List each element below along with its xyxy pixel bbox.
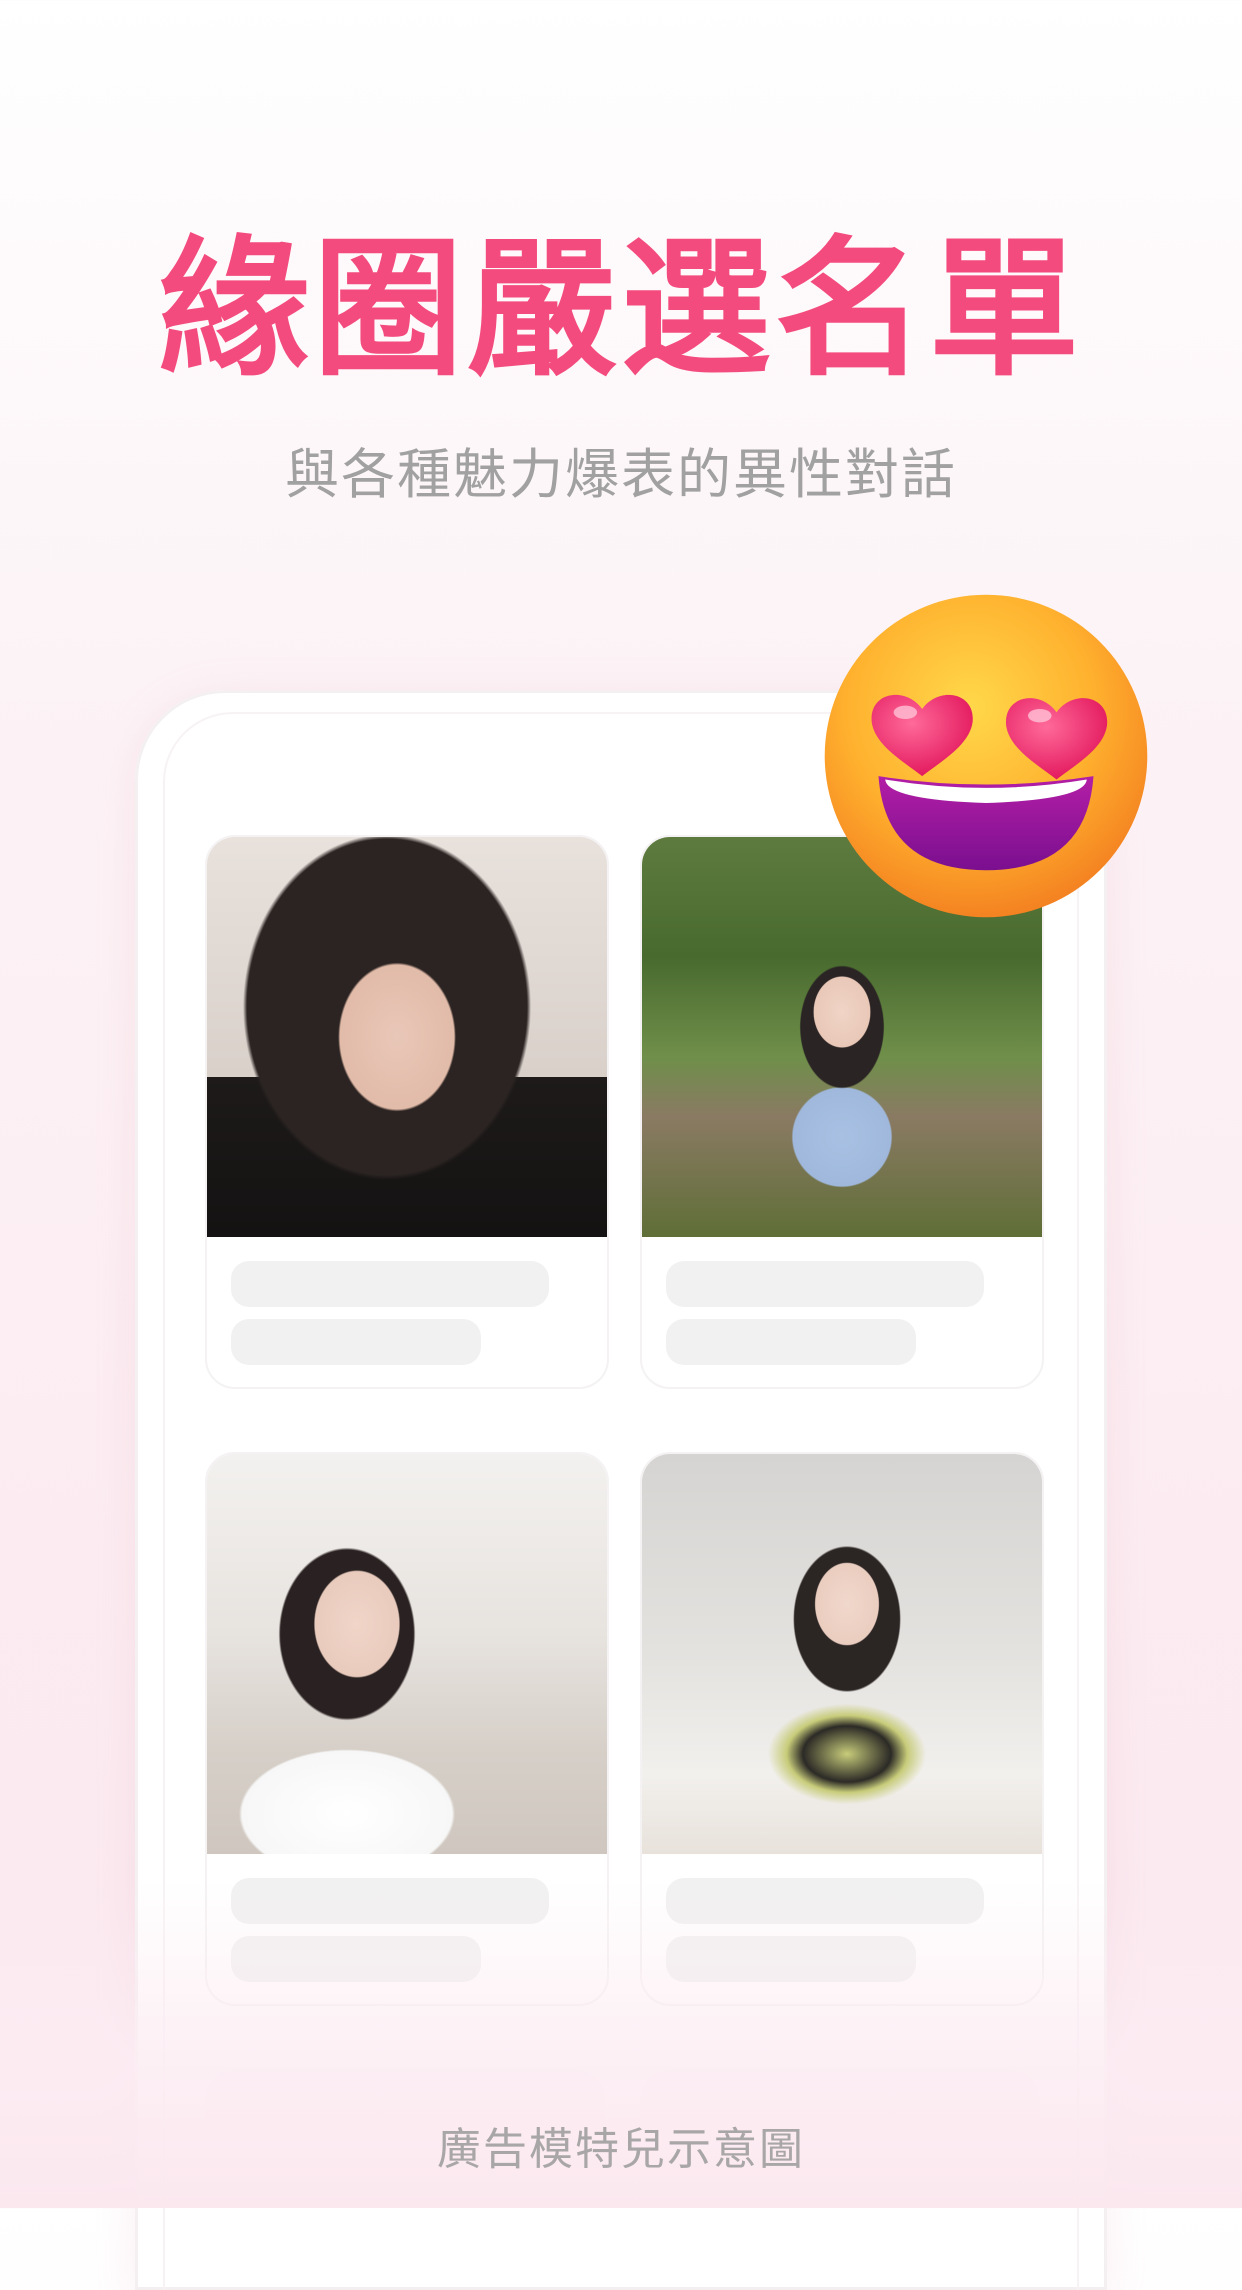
profile-photo (642, 1454, 1042, 1854)
info-placeholder-bar (231, 1319, 481, 1365)
info-placeholder-bar (666, 1319, 916, 1365)
headline: 緣圈嚴選名單 (158, 223, 1083, 397)
subtitle: 與各種魅力爆表的異性對話 (285, 443, 957, 506)
heart-eyes-emoji-icon (824, 594, 1148, 918)
profile-photo (207, 837, 607, 1237)
model-disclaimer-caption: 廣告模特兒示意圖 (437, 2124, 805, 2175)
profile-photo (207, 1454, 607, 1854)
profile-card[interactable] (205, 835, 609, 1389)
name-placeholder-bar (666, 1261, 984, 1307)
name-placeholder-bar (231, 1261, 549, 1307)
